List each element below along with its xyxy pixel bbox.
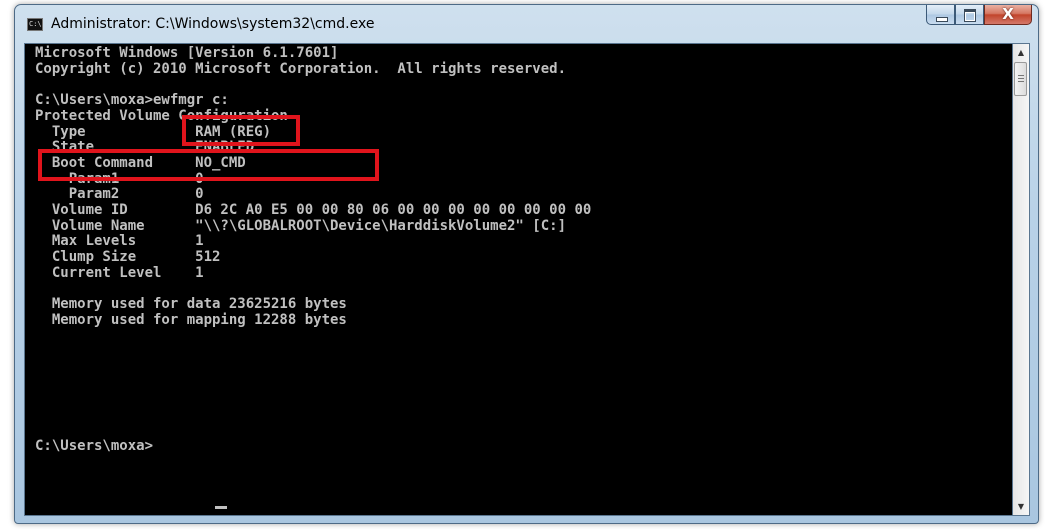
caption-buttons: X: [926, 5, 1032, 27]
console-output[interactable]: Microsoft Windows [Version 6.1.7601] Cop…: [24, 43, 1013, 516]
close-button[interactable]: X: [984, 5, 1032, 25]
console-line: Volume ID D6 2C A0 E5 00 00 80 06 00 00 …: [35, 202, 592, 219]
console-line: Volume Name "\\?\GLOBALROOT\Device\Hardd…: [35, 217, 567, 234]
grip-line: [1018, 75, 1024, 76]
console-line: Current Level 1: [35, 264, 204, 281]
console-line: Microsoft Windows [Version 6.1.7601]: [35, 45, 339, 61]
cmd-window: C:\ Administrator: C:\Windows\system32\c…: [14, 4, 1039, 524]
grip-line: [1018, 81, 1024, 82]
scroll-up-icon[interactable]: ▲: [1013, 44, 1029, 61]
console-line: Param2 0: [35, 186, 204, 203]
console-line: Clump Size 512: [35, 249, 221, 266]
console-line: C:\Users\moxa>ewfmgr c:: [35, 92, 229, 109]
console-text: Microsoft Windows [Version 6.1.7601] Cop…: [35, 45, 592, 454]
vertical-scrollbar[interactable]: ▲ ▼: [1013, 43, 1030, 516]
type-highlight-box: [38, 149, 379, 181]
cmd-app-icon[interactable]: C:\: [27, 18, 43, 31]
text-cursor: [215, 506, 227, 509]
console-line: Memory used for data 23625216 bytes: [35, 296, 347, 313]
console-line: C:\Users\moxa>: [35, 437, 154, 454]
command-highlight-box: [182, 115, 300, 146]
grip-line: [1018, 78, 1024, 79]
scroll-thumb[interactable]: [1014, 62, 1027, 96]
title-bar[interactable]: C:\ Administrator: C:\Windows\system32\c…: [15, 5, 1038, 43]
scroll-down-icon[interactable]: ▼: [1013, 498, 1029, 515]
minimize-icon: [936, 17, 948, 22]
minimize-button[interactable]: [926, 5, 955, 25]
window-title: Administrator: C:\Windows\system32\cmd.e…: [51, 16, 375, 32]
close-icon: X: [1002, 5, 1014, 23]
maximize-button[interactable]: [955, 5, 984, 25]
console-line: Max Levels 1: [35, 233, 204, 250]
console-line: Copyright (c) 2010 Microsoft Corporation…: [35, 60, 567, 77]
console-line: Memory used for mapping 12288 bytes: [35, 311, 347, 328]
maximize-icon: [964, 9, 976, 22]
